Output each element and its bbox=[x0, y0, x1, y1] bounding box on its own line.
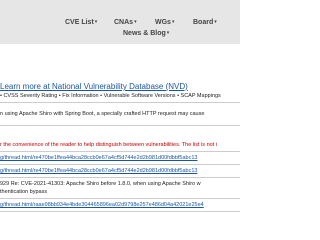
references-divider bbox=[0, 177, 240, 178]
reference-row: thentication bypass bbox=[0, 188, 240, 196]
chevron-down-icon: ▾ bbox=[171, 19, 175, 25]
reference-row[interactable]: g/thread.html/re470be1ffea44bca28ccb0e67… bbox=[0, 154, 240, 162]
reference-row[interactable]: g/thread.html/re470be1ffea44bca28ccb0e67… bbox=[0, 167, 240, 175]
reference-link[interactable]: g/thread.html/raae98bb934e4bde304465896e… bbox=[0, 202, 204, 208]
chevron-down-icon: ▾ bbox=[166, 30, 170, 36]
nav-news-blog-label: News & Blog bbox=[123, 30, 166, 37]
nvd-link[interactable]: Learn more at National Vulnerability Dat… bbox=[0, 82, 188, 91]
nvd-banner-title: Learn more at National Vulnerability Dat… bbox=[0, 82, 240, 91]
nav-board-label: Board bbox=[193, 19, 214, 26]
nav-news-blog[interactable]: News & Blog▾ bbox=[123, 30, 169, 37]
reference-title: 929 Re: CVE-2021-41303: Apache Shiro bef… bbox=[0, 181, 201, 187]
nav-wgs-label: WGs bbox=[155, 19, 171, 26]
reference-row[interactable]: g/thread.html/raae98bb934e4bde304465896e… bbox=[0, 201, 240, 209]
references-notice: r the convenience of the reader to help … bbox=[0, 142, 217, 148]
references-divider bbox=[0, 164, 240, 165]
reference-row: 929 Re: CVE-2021-41303: Apache Shiro bef… bbox=[0, 180, 240, 188]
reference-link[interactable]: g/thread.html/re470be1ffea44bca28ccb0e67… bbox=[0, 155, 197, 161]
reference-link[interactable]: g/thread.html/re470be1ffea44bca28ccb0e67… bbox=[0, 168, 197, 174]
nav-cnas-label: CNAs bbox=[114, 19, 134, 26]
chevron-down-icon: ▾ bbox=[214, 19, 217, 25]
references-divider bbox=[0, 211, 240, 212]
nav-cnas[interactable]: CNAs▾ bbox=[114, 19, 137, 26]
references-divider bbox=[0, 151, 240, 152]
description-box: n using Apache Shiro with Spring Boot, a… bbox=[0, 102, 240, 126]
nvd-feature-list: • CVSS Severity Rating • Fix Information… bbox=[0, 93, 221, 99]
chevron-down-icon: ▾ bbox=[94, 19, 98, 25]
references-divider bbox=[0, 198, 240, 199]
chevron-down-icon: ▾ bbox=[134, 19, 137, 25]
reference-title: thentication bypass bbox=[0, 189, 48, 195]
description-text: n using Apache Shiro with Spring Boot, a… bbox=[0, 111, 205, 117]
nav-cve-list[interactable]: CVE List▾ bbox=[65, 19, 97, 26]
nav-cve-list-label: CVE List bbox=[65, 19, 94, 26]
nav-wgs[interactable]: WGs▾ bbox=[155, 19, 174, 26]
top-navigation: CVE List▾ CNAs▾ WGs▾ Board▾ News & Blog▾ bbox=[0, 0, 240, 44]
nav-board[interactable]: Board▾ bbox=[193, 19, 217, 26]
